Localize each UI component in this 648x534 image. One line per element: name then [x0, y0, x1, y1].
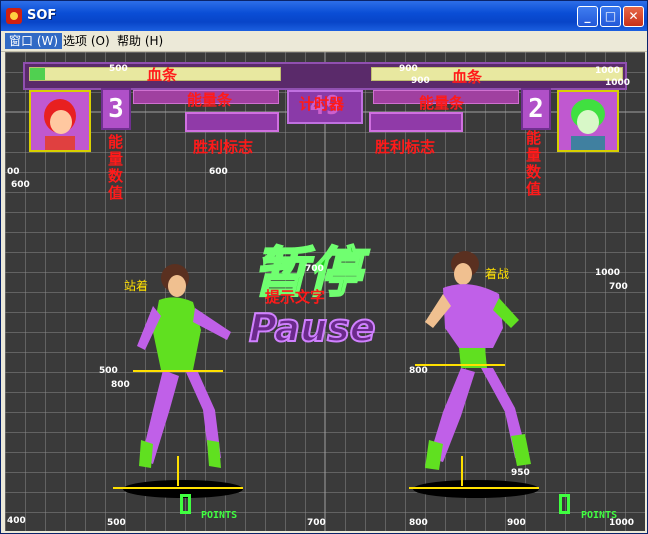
p1-ground-line	[113, 487, 243, 489]
p2-body-line	[415, 364, 505, 366]
coord-label: 500	[99, 366, 118, 376]
p1-portrait	[29, 90, 91, 152]
app-window: SOF _ □ ✕ 窗口 (W) 选项 (O) 帮助 (H) 血条 血条 能量条…	[0, 0, 648, 534]
p1-power-count: 3	[101, 88, 131, 130]
coord-label: 500	[107, 518, 126, 528]
menu-options-label: 选项	[63, 34, 88, 48]
p2-power-value-label: 能量数值	[524, 130, 542, 198]
menu-options-key: (O)	[90, 34, 110, 48]
p2-face-icon	[559, 92, 617, 150]
coord-label: 600	[11, 180, 30, 190]
maximize-button[interactable]: □	[600, 6, 621, 27]
pause-english-text: Pause	[248, 305, 377, 351]
coord-label: 500	[109, 64, 128, 74]
coord-label: 1000	[595, 66, 621, 76]
p1-health-label: 血条	[147, 66, 178, 84]
p2-win-marker	[369, 112, 463, 132]
p2-health-label: 血条	[452, 68, 483, 86]
coord-label: 900	[507, 518, 526, 528]
p2-score-value: 0	[562, 497, 563, 498]
p1-body-line	[133, 370, 223, 372]
coord-label: 950	[511, 468, 530, 478]
p1-power-label: 能量条	[187, 91, 233, 109]
coord-label: 1000	[595, 268, 621, 278]
p2-ground-line	[409, 487, 539, 489]
timer-label: 计时器	[299, 95, 345, 113]
menu-options[interactable]: 选项 (O)	[59, 33, 114, 49]
menu-help-key: (H)	[144, 34, 164, 48]
game-stage[interactable]: 血条 血条 能量条 能量条 3 2 49 计时器 胜利标志 胜利标志 能量数值 …	[5, 52, 645, 531]
menu-bar: 窗口 (W) 选项 (O) 帮助 (H)	[1, 31, 647, 52]
close-button[interactable]: ✕	[623, 6, 644, 27]
p2-position-marker	[461, 456, 463, 486]
menu-help[interactable]: 帮助 (H)	[113, 33, 167, 49]
app-icon	[6, 8, 22, 24]
p2-portrait	[557, 90, 619, 152]
coord-label: 400	[7, 516, 26, 526]
p2-power-count: 2	[521, 88, 551, 130]
coord-label: 900	[399, 64, 418, 74]
coord-label: 800	[111, 380, 130, 390]
p2-power-label: 能量条	[419, 94, 465, 112]
title-bar[interactable]: SOF _ □ ✕	[1, 1, 647, 31]
p1-score-box	[180, 494, 191, 514]
p1-health-fill	[30, 68, 45, 80]
coord-label: 00	[7, 167, 20, 177]
p1-win-marker	[185, 112, 279, 132]
coord-label: 700	[307, 518, 326, 528]
coord-label: 800	[409, 518, 428, 528]
p1-win-label: 胜利标志	[193, 138, 254, 156]
menu-help-label: 帮助	[117, 34, 142, 48]
p2-win-label: 胜利标志	[375, 138, 436, 156]
coord-label: 700	[305, 264, 324, 274]
hint-text-label: 提示文字	[265, 288, 326, 306]
p2-score-box	[559, 494, 570, 514]
minimize-button[interactable]: _	[577, 6, 598, 27]
coord-label: 800	[409, 366, 428, 376]
menu-window-label: 窗口	[9, 34, 34, 48]
p1-power-value-label: 能量数值	[106, 134, 124, 202]
window-title: SOF	[27, 8, 57, 23]
coord-label: 700	[609, 282, 628, 292]
p1-score-value: 0	[183, 497, 184, 498]
coord-label: 900	[411, 76, 430, 86]
p1-face-icon	[31, 92, 89, 150]
menu-window[interactable]: 窗口 (W)	[5, 33, 63, 49]
p1-position-marker	[177, 456, 179, 486]
p2-points-label: POINTS	[581, 510, 618, 521]
menu-window-key: (W)	[36, 34, 59, 48]
p1-points-label: POINTS	[201, 510, 238, 521]
coord-label: 1000	[605, 78, 631, 88]
p2-shadow	[413, 480, 539, 498]
coord-label: 600	[209, 167, 228, 177]
